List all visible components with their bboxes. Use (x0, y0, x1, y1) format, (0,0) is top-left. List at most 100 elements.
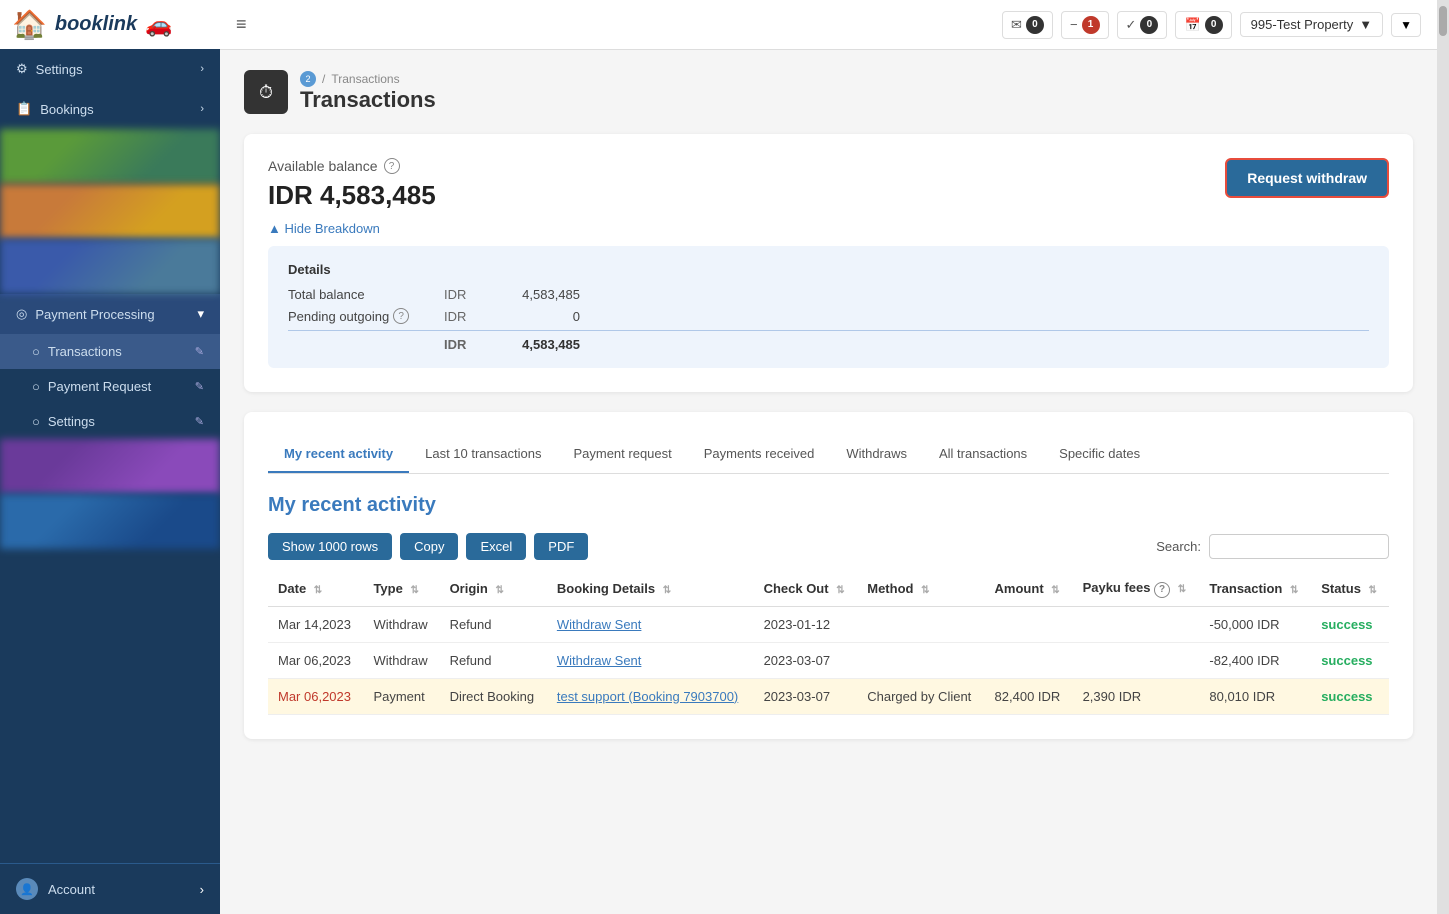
scrollbar[interactable] (1437, 0, 1449, 914)
sidebar-item-bookings[interactable]: 📋 Bookings › (0, 89, 220, 129)
excel-button[interactable]: Excel (466, 533, 526, 560)
tab-withdraws[interactable]: Withdraws (830, 436, 923, 473)
pending-info-icon[interactable]: ? (393, 308, 409, 324)
tab-payments-received[interactable]: Payments received (688, 436, 831, 473)
payment-processing-icon: ◎ (16, 306, 27, 322)
property-selector[interactable]: 995-Test Property ▼ (1240, 12, 1383, 37)
mail-badge: 0 (1026, 16, 1044, 34)
breadcrumb-icon: 2 (300, 71, 316, 87)
table-toolbar: Show 1000 rows Copy Excel PDF Search: (268, 533, 1389, 560)
notification-calendar[interactable]: 📅 0 (1175, 11, 1231, 39)
settings-dot-icon: ○ (32, 414, 40, 429)
tab-last-10-transactions[interactable]: Last 10 transactions (409, 436, 557, 473)
notification-minus[interactable]: − 1 (1061, 11, 1109, 39)
sort-type-icon[interactable]: ⇅ (410, 585, 418, 596)
row1-transaction: -50,000 IDR (1199, 606, 1311, 642)
search-input[interactable] (1209, 534, 1389, 559)
sidebar-sub-item-transactions[interactable]: ○ Transactions ✎ (0, 334, 220, 369)
minus-badge: 1 (1082, 16, 1100, 34)
row2-payku-fees (1073, 642, 1200, 678)
tab-payment-request[interactable]: Payment request (557, 436, 687, 473)
row2-origin: Refund (440, 642, 547, 678)
col-origin: Origin ⇅ (440, 572, 547, 606)
breakdown-total-final-amount: 4,583,485 (500, 337, 580, 352)
row1-amount (985, 606, 1073, 642)
breakdown-title: Details (288, 262, 1369, 277)
scrollbar-thumb[interactable] (1439, 6, 1447, 36)
col-type: Type ⇅ (363, 572, 439, 606)
sidebar-item-settings[interactable]: ⚙ Settings › (0, 49, 220, 89)
copy-button[interactable]: Copy (400, 533, 458, 560)
search-area: Search: (1156, 534, 1389, 559)
show-1000-rows-button[interactable]: Show 1000 rows (268, 533, 392, 560)
tab-all-transactions[interactable]: All transactions (923, 436, 1043, 473)
breakdown-row-total: Total balance IDR 4,583,485 (288, 287, 1369, 302)
row1-payku-fees (1073, 606, 1200, 642)
breadcrumb-separator: / (322, 72, 325, 86)
property-name: 995-Test Property (1251, 17, 1354, 32)
mail-icon: ✉ (1011, 17, 1022, 33)
row2-checkout: 2023-03-07 (754, 642, 858, 678)
sort-booking-icon[interactable]: ⇅ (663, 585, 671, 596)
bookings-arrow: › (200, 103, 204, 115)
sort-amount-icon[interactable]: ⇅ (1051, 585, 1059, 596)
col-checkout: Check Out ⇅ (754, 572, 858, 606)
balance-info-icon[interactable]: ? (384, 158, 400, 174)
sidebar-blurred-2 (0, 184, 220, 239)
sort-payku-icon[interactable]: ⇅ (1178, 584, 1186, 595)
payment-request-dot-icon: ○ (32, 379, 40, 394)
sidebar-item-payment-processing[interactable]: ◎ Payment Processing ▾ (0, 294, 220, 334)
calendar-badge: 0 (1205, 16, 1223, 34)
sort-date-icon[interactable]: ⇅ (314, 585, 322, 596)
payku-fees-info-icon[interactable]: ? (1154, 582, 1170, 598)
row3-amount: 82,400 IDR (985, 678, 1073, 714)
notification-mail[interactable]: ✉ 0 (1002, 11, 1053, 39)
row2-status: success (1311, 642, 1389, 678)
sort-transaction-icon[interactable]: ⇅ (1290, 585, 1298, 596)
row3-type: Payment (363, 678, 439, 714)
transactions-dot-icon: ○ (32, 344, 40, 359)
check-icon: ✓ (1126, 17, 1137, 33)
sidebar-item-account[interactable]: 👤 Account › (0, 863, 220, 914)
settings-icon: ⚙ (16, 61, 28, 77)
row3-origin: Direct Booking (440, 678, 547, 714)
table-row: Mar 14,2023 Withdraw Refund Withdraw Sen… (268, 606, 1389, 642)
extra-dropdown-btn[interactable]: ▼ (1391, 13, 1421, 37)
balance-left: Available balance ? IDR 4,583,485 (268, 158, 436, 211)
sidebar-sub-item-payment-request[interactable]: ○ Payment Request ✎ (0, 369, 220, 404)
property-dropdown-arrow: ▼ (1359, 17, 1372, 32)
breakdown-total-currency: IDR (444, 337, 484, 352)
sort-method-icon[interactable]: ⇅ (921, 585, 929, 596)
tab-specific-dates[interactable]: Specific dates (1043, 436, 1156, 473)
row2-date: Mar 06,2023 (268, 642, 363, 678)
main-content: ≡ ✉ 0 − 1 ✓ 0 📅 0 (220, 0, 1437, 914)
notification-check[interactable]: ✓ 0 (1117, 11, 1168, 39)
hide-breakdown-toggle[interactable]: ▲ Hide Breakdown (268, 221, 1389, 236)
row1-status-badge: success (1321, 617, 1372, 632)
pdf-button[interactable]: PDF (534, 533, 588, 560)
logo-text: booklink (55, 13, 137, 36)
row1-booking-link[interactable]: Withdraw Sent (557, 617, 642, 632)
row3-checkout: 2023-03-07 (754, 678, 858, 714)
hamburger-menu[interactable]: ≡ (236, 14, 247, 35)
balance-label: Available balance ? (268, 158, 436, 174)
sidebar-item-settings-label: Settings (36, 62, 83, 77)
request-withdraw-button[interactable]: Request withdraw (1225, 158, 1389, 198)
sort-checkout-icon[interactable]: ⇅ (836, 585, 844, 596)
sidebar-blurred-3 (0, 239, 220, 294)
row2-booking-link[interactable]: Withdraw Sent (557, 653, 642, 668)
sort-origin-icon[interactable]: ⇅ (495, 585, 503, 596)
sidebar-sub-item-settings[interactable]: ○ Settings ✎ (0, 404, 220, 439)
page-header: ⏱ 2 / Transactions Transactions (244, 70, 1413, 114)
breakdown-pending-currency: IDR (444, 309, 484, 324)
sort-status-icon[interactable]: ⇅ (1369, 585, 1377, 596)
top-nav-right: ✉ 0 − 1 ✓ 0 📅 0 995-Test Property ▼ (1002, 11, 1421, 39)
page-title-area: 2 / Transactions Transactions (300, 71, 436, 113)
activity-table-scroll: Date ⇅ Type ⇅ Origin ⇅ Booking Details ⇅… (268, 572, 1389, 715)
activity-card: My recent activity Last 10 transactions … (244, 412, 1413, 739)
top-nav-left: ≡ (236, 14, 247, 35)
row3-booking-details: test support (Booking 7903700) (547, 678, 754, 714)
tab-my-recent-activity[interactable]: My recent activity (268, 436, 409, 473)
account-arrow: › (200, 882, 204, 897)
row3-booking-link[interactable]: test support (Booking 7903700) (557, 689, 738, 704)
